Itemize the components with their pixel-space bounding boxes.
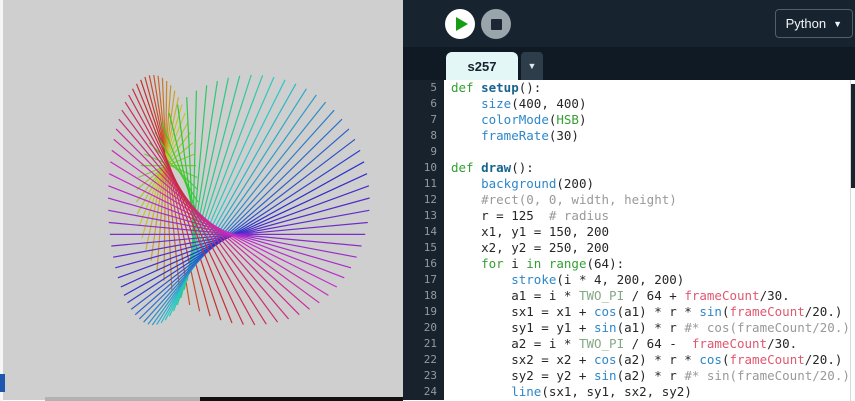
editor-panel: Python ▼ s257 ▼ 5 def setup(): 6 size(400,… xyxy=(403,0,855,401)
code-line[interactable]: 16 for i in range(64): xyxy=(403,256,855,272)
ide-window: Python ▼ s257 ▼ 5 def setup(): 6 size(400,… xyxy=(0,0,855,401)
code-text: sy1 = y1 + sin(a1) * r #* cos(frameCount… xyxy=(451,320,850,335)
code-editor[interactable]: 5 def setup(): 6 size(400, 400) 7 colorMode… xyxy=(403,80,855,401)
code-line[interactable]: 22 sx2 = x2 + cos(a2) * r * cos(frameCou… xyxy=(403,352,855,368)
code-text: for i in range(64): xyxy=(481,256,625,271)
code-text: line(sx1, sy1, sx2, sy2) xyxy=(511,384,692,399)
code-text: a1 = i * TWO_PI / 64 + frameCount/30. xyxy=(451,288,790,303)
code-text: colorMode(HSB) xyxy=(481,112,587,127)
line-number: 19 xyxy=(403,304,444,320)
code-line[interactable]: 21 a2 = i * TWO_PI / 64 - frameCount/30. xyxy=(403,336,855,352)
code-line[interactable]: 24 line(sx1, sy1, sx2, sy2) xyxy=(403,384,855,400)
code-line[interactable]: 13 r = 125 # radius xyxy=(403,208,855,224)
tab-dropdown-caret[interactable]: ▼ xyxy=(521,52,543,80)
left-edge-strip xyxy=(0,0,3,401)
line-number: 10 xyxy=(403,160,444,176)
tab-bar: s257 ▼ xyxy=(403,47,855,80)
run-button[interactable] xyxy=(445,9,475,39)
code-line[interactable]: 14 x1, y1 = 150, 200 xyxy=(403,224,855,240)
code-line[interactable]: 9 xyxy=(403,144,855,160)
code-line[interactable]: 17 stroke(i * 4, 200, 200) xyxy=(403,272,855,288)
toolbar: Python ▼ xyxy=(403,0,855,47)
code-text: stroke(i * 4, 200, 200) xyxy=(511,272,685,287)
line-number: 22 xyxy=(403,352,444,368)
line-number: 11 xyxy=(403,176,444,192)
editor-scrollbar-track[interactable] xyxy=(850,80,855,401)
code-text: sy2 = y2 + sin(a2) * r #* sin(frameCount… xyxy=(451,368,850,383)
code-text: background(200) xyxy=(481,176,595,191)
code-line[interactable]: 20 sy1 = y1 + sin(a1) * r #* cos(frameCo… xyxy=(403,320,855,336)
bottom-strip-gray xyxy=(45,397,200,401)
line-number: 17 xyxy=(403,272,444,288)
code-line[interactable]: 11 background(200) xyxy=(403,176,855,192)
stop-icon xyxy=(490,18,502,30)
code-line[interactable]: 8 frameRate(30) xyxy=(403,128,855,144)
code-text: frameRate(30) xyxy=(481,128,579,143)
line-number: 16 xyxy=(403,256,444,272)
code-line[interactable]: 23 sy2 = y2 + sin(a2) * r #* sin(frameCo… xyxy=(403,368,855,384)
code-text: a2 = i * TWO_PI / 64 - frameCount/30. xyxy=(451,336,798,351)
line-number: 8 xyxy=(403,128,444,144)
line-number: 5 xyxy=(403,80,444,96)
line-number: 13 xyxy=(403,208,444,224)
tab-s257[interactable]: s257 xyxy=(446,52,518,80)
code-line[interactable]: 5 def setup(): xyxy=(403,80,855,96)
code-line[interactable]: 10 def draw(): xyxy=(403,160,855,176)
line-number: 6 xyxy=(403,96,444,112)
bottom-strip-dark xyxy=(200,397,403,401)
line-number: 12 xyxy=(403,192,444,208)
code-line[interactable]: 18 a1 = i * TWO_PI / 64 + frameCount/30. xyxy=(403,288,855,304)
code-text: def draw(): xyxy=(451,160,534,175)
editor-scrollbar-thumb[interactable] xyxy=(851,84,855,188)
line-number: 9 xyxy=(403,144,444,160)
blue-edge-marker xyxy=(0,374,5,392)
code-text: #rect(0, 0, width, height) xyxy=(481,192,677,207)
language-dropdown[interactable]: Python ▼ xyxy=(774,9,853,38)
chevron-down-icon: ▼ xyxy=(833,18,842,29)
code-text: size(400, 400) xyxy=(481,96,587,111)
code-line[interactable]: 7 colorMode(HSB) xyxy=(403,112,855,128)
line-number: 23 xyxy=(403,368,444,384)
line-number: 20 xyxy=(403,320,444,336)
line-number: 14 xyxy=(403,224,444,240)
code-text: def setup(): xyxy=(451,80,542,95)
code-text: sx1 = x1 + cos(a1) * r * sin(frameCount/… xyxy=(451,304,843,319)
code-line[interactable]: 12 #rect(0, 0, width, height) xyxy=(403,192,855,208)
language-label: Python xyxy=(785,16,827,31)
code-text: x2, y2 = 250, 200 xyxy=(451,240,610,255)
line-number: 15 xyxy=(403,240,444,256)
code-text: sx2 = x2 + cos(a2) * r * cos(frameCount/… xyxy=(451,352,843,367)
line-number: 24 xyxy=(403,384,444,400)
sketch-output-pane xyxy=(0,0,403,401)
code-line[interactable]: 19 sx1 = x1 + cos(a1) * r * sin(frameCou… xyxy=(403,304,855,320)
line-number: 21 xyxy=(403,336,444,352)
line-number: 7 xyxy=(403,112,444,128)
code-text: r = 125 # radius xyxy=(451,208,610,223)
code-line[interactable]: 6 size(400, 400) xyxy=(403,96,855,112)
sketch-canvas[interactable] xyxy=(3,0,403,400)
play-icon xyxy=(455,17,468,31)
code-line[interactable]: 15 x2, y2 = 250, 200 xyxy=(403,240,855,256)
stop-button[interactable] xyxy=(481,9,511,39)
code-text: x1, y1 = 150, 200 xyxy=(451,224,610,239)
line-number: 18 xyxy=(403,288,444,304)
